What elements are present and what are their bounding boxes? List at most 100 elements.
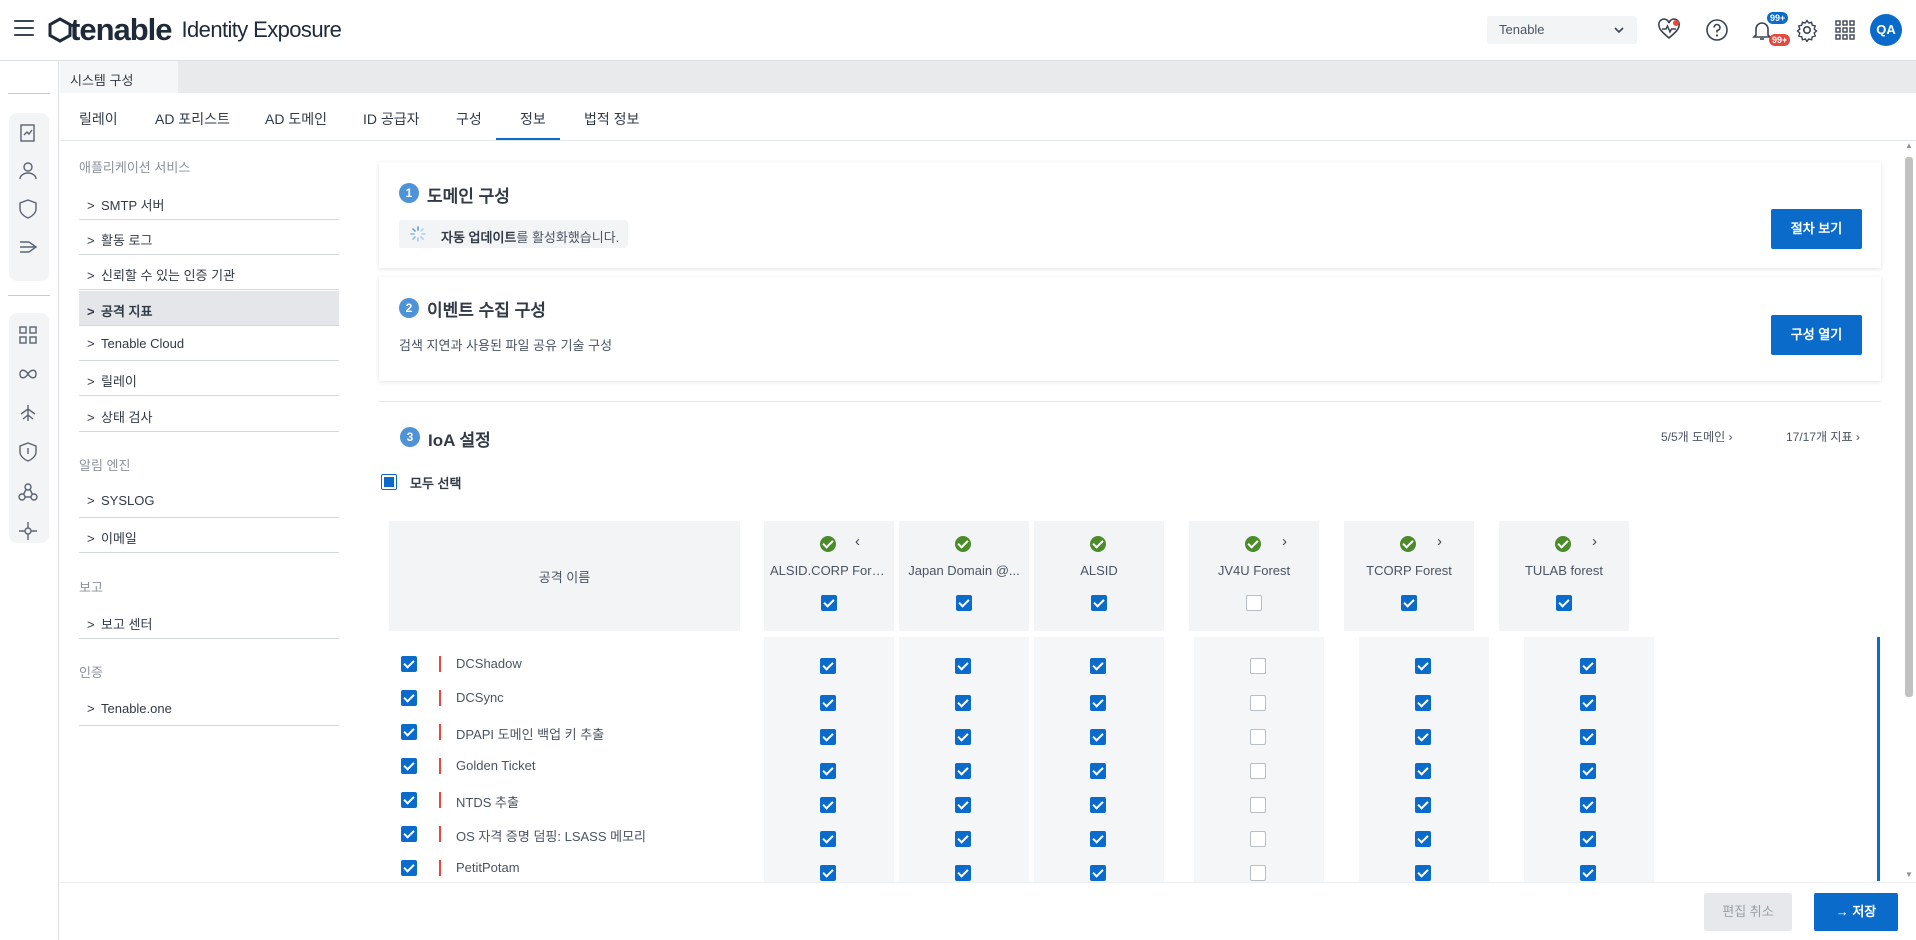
tenant-select[interactable]: Tenable xyxy=(1487,16,1637,44)
cluster-icon[interactable] xyxy=(17,481,39,503)
cell-checkbox[interactable] xyxy=(1580,831,1596,847)
select-all-checkbox[interactable] xyxy=(381,474,397,490)
cell-checkbox[interactable] xyxy=(955,729,971,745)
chevron-right-icon[interactable]: › xyxy=(1592,533,1597,550)
cell-checkbox[interactable] xyxy=(1250,763,1266,779)
cell-checkbox[interactable] xyxy=(955,865,971,881)
cell-checkbox[interactable] xyxy=(1090,658,1106,674)
row-checkbox[interactable] xyxy=(401,792,417,808)
topology-icon[interactable] xyxy=(17,236,39,258)
breadcrumb-tab[interactable]: 시스템 구성 xyxy=(60,61,178,93)
cell-checkbox[interactable] xyxy=(955,695,971,711)
row-checkbox[interactable] xyxy=(401,690,417,706)
row-checkbox[interactable] xyxy=(401,826,417,842)
cell-checkbox[interactable] xyxy=(820,831,836,847)
apps-grid-icon[interactable] xyxy=(1833,18,1857,42)
cell-checkbox[interactable] xyxy=(1415,658,1431,674)
chevron-right-icon[interactable]: › xyxy=(1282,533,1287,550)
network-icon[interactable] xyxy=(17,520,39,542)
cell-checkbox[interactable] xyxy=(1415,865,1431,881)
domain-checkbox[interactable] xyxy=(1401,595,1417,611)
cell-checkbox[interactable] xyxy=(955,763,971,779)
domain-checkbox[interactable] xyxy=(956,595,972,611)
cell-checkbox[interactable] xyxy=(1415,831,1431,847)
sidebar-item-smtp[interactable]: > SMTP 서버 xyxy=(79,185,339,220)
shield-alert-icon[interactable] xyxy=(17,441,39,463)
cell-checkbox[interactable] xyxy=(1580,729,1596,745)
health-icon[interactable] xyxy=(1657,18,1681,42)
cell-checkbox[interactable] xyxy=(1580,763,1596,779)
sidebar-item-syslog[interactable]: > SYSLOG xyxy=(79,483,339,518)
cell-checkbox[interactable] xyxy=(820,695,836,711)
domain-checkbox[interactable] xyxy=(1091,595,1107,611)
cell-checkbox[interactable] xyxy=(1090,797,1106,813)
sidebar-item-relay[interactable]: > 릴레이 xyxy=(79,361,339,396)
cell-checkbox[interactable] xyxy=(820,729,836,745)
domain-checkbox[interactable] xyxy=(821,595,837,611)
cell-checkbox[interactable] xyxy=(1415,763,1431,779)
menu-icon[interactable] xyxy=(14,20,34,36)
cell-checkbox[interactable] xyxy=(820,797,836,813)
sidebar-item-ioa[interactable]: > 공격 지표 xyxy=(79,291,339,326)
infinity-icon[interactable] xyxy=(17,363,39,385)
view-procedure-button[interactable]: 절차 보기 xyxy=(1771,209,1862,249)
cell-checkbox[interactable] xyxy=(955,797,971,813)
cell-checkbox[interactable] xyxy=(1250,797,1266,813)
scroll-up-icon[interactable]: ▲ xyxy=(1905,141,1913,150)
indicators-link[interactable]: 17/17개 지표 › xyxy=(1786,428,1860,445)
cell-checkbox[interactable] xyxy=(1090,865,1106,881)
row-checkbox[interactable] xyxy=(401,724,417,740)
table-scroll-indicator[interactable] xyxy=(1877,637,1880,881)
sidebar-item-activity-log[interactable]: > 활동 로그 xyxy=(79,220,339,255)
cancel-edit-button[interactable]: 편집 취소 xyxy=(1704,893,1792,931)
dashboard-icon[interactable] xyxy=(17,324,39,346)
sidebar-item-trusted-ca[interactable]: > 신뢰할 수 있는 인증 기관 xyxy=(79,255,339,290)
page-scrollbar[interactable]: ▲ ▼ xyxy=(1903,141,1915,882)
open-config-button[interactable]: 구성 열기 xyxy=(1771,315,1862,355)
cell-checkbox[interactable] xyxy=(820,763,836,779)
scrollbar-thumb[interactable] xyxy=(1905,157,1913,697)
tab-configuration[interactable]: 구성 xyxy=(456,109,482,129)
sidebar-item-email[interactable]: > 이메일 xyxy=(79,518,339,553)
cell-checkbox[interactable] xyxy=(1580,695,1596,711)
tab-relay[interactable]: 릴레이 xyxy=(79,109,118,129)
avatar[interactable]: QA xyxy=(1870,14,1902,46)
domains-link[interactable]: 5/5개 도메인 › xyxy=(1661,428,1733,445)
cell-checkbox[interactable] xyxy=(1090,729,1106,745)
gear-icon[interactable] xyxy=(1795,18,1819,42)
cell-checkbox[interactable] xyxy=(1090,763,1106,779)
cell-checkbox[interactable] xyxy=(1415,729,1431,745)
cell-checkbox[interactable] xyxy=(1580,797,1596,813)
sidebar-item-report-center[interactable]: > 보고 센터 xyxy=(79,604,339,639)
cell-checkbox[interactable] xyxy=(1580,658,1596,674)
cell-checkbox[interactable] xyxy=(1250,695,1266,711)
cell-checkbox[interactable] xyxy=(1580,865,1596,881)
domain-checkbox[interactable] xyxy=(1556,595,1572,611)
row-checkbox[interactable] xyxy=(401,758,417,774)
cell-checkbox[interactable] xyxy=(820,658,836,674)
cell-checkbox[interactable] xyxy=(955,658,971,674)
domain-checkbox[interactable] xyxy=(1246,595,1262,611)
sidebar-item-tenable-cloud[interactable]: > Tenable Cloud xyxy=(79,326,339,361)
cell-checkbox[interactable] xyxy=(1250,831,1266,847)
tab-ad-domain[interactable]: AD 도메인 xyxy=(265,109,327,129)
attack-path-icon[interactable] xyxy=(17,402,39,424)
chevron-left-icon[interactable]: ‹ xyxy=(855,533,860,550)
tab-about[interactable]: 정보 xyxy=(520,109,546,129)
cell-checkbox[interactable] xyxy=(1250,658,1266,674)
cell-checkbox[interactable] xyxy=(1090,695,1106,711)
sidebar-item-tenable-one[interactable]: > Tenable.one xyxy=(79,691,339,726)
help-icon[interactable] xyxy=(1705,18,1729,42)
cell-checkbox[interactable] xyxy=(955,831,971,847)
cell-checkbox[interactable] xyxy=(820,865,836,881)
shield-icon[interactable] xyxy=(17,198,39,220)
cell-checkbox[interactable] xyxy=(1415,797,1431,813)
cell-checkbox[interactable] xyxy=(1415,695,1431,711)
cell-checkbox[interactable] xyxy=(1090,831,1106,847)
report-icon[interactable] xyxy=(17,122,39,144)
chevron-right-icon[interactable]: › xyxy=(1437,533,1442,550)
user-icon[interactable] xyxy=(17,160,39,182)
sidebar-item-health-check[interactable]: > 상태 검사 xyxy=(79,397,339,432)
save-button[interactable]: → 저장 xyxy=(1814,893,1898,931)
row-checkbox[interactable] xyxy=(401,656,417,672)
